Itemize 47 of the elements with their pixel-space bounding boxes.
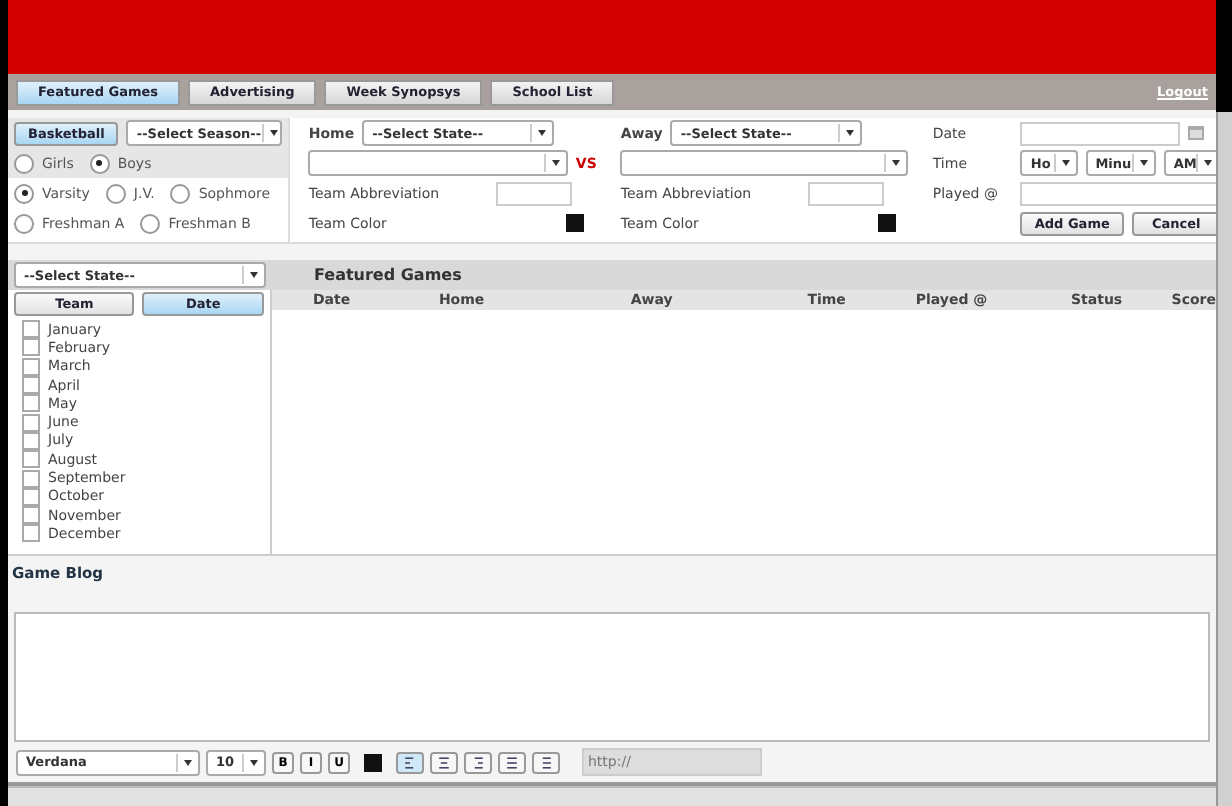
- scrollbar[interactable]: [1216, 112, 1232, 806]
- section-title: Featured Games: [314, 266, 462, 284]
- caret-icon: [176, 753, 198, 771]
- checkbox[interactable]: [22, 320, 40, 339]
- checkbox[interactable]: [22, 376, 40, 395]
- caret-icon: [543, 154, 566, 172]
- radio-button[interactable]: [170, 183, 191, 203]
- checkbox[interactable]: [22, 394, 40, 413]
- list-icon: [538, 755, 554, 769]
- align-button[interactable]: [498, 751, 526, 773]
- checkbox[interactable]: [22, 338, 40, 357]
- radio-button[interactable]: [105, 183, 126, 203]
- align-button[interactable]: [396, 751, 424, 773]
- color-swatch[interactable]: [878, 214, 897, 232]
- align-button[interactable]: [430, 751, 458, 773]
- blog-editor[interactable]: [14, 612, 1210, 742]
- caret-icon: [1053, 154, 1076, 172]
- team-select[interactable]: [620, 150, 909, 176]
- radio-button[interactable]: [14, 213, 34, 233]
- checkbox[interactable]: [22, 469, 40, 488]
- checkbox[interactable]: [22, 413, 40, 432]
- caret-icon: [261, 124, 284, 142]
- abbreviation-field[interactable]: [496, 181, 573, 205]
- checkbox[interactable]: [22, 357, 40, 376]
- caret-icon: [242, 753, 264, 771]
- team-select[interactable]: [308, 150, 568, 176]
- align-icon: [402, 755, 418, 769]
- checkbox[interactable]: [22, 524, 40, 543]
- radio-button[interactable]: [89, 153, 110, 173]
- date-field[interactable]: [1020, 121, 1181, 145]
- caret-icon: [1131, 154, 1154, 172]
- align-button[interactable]: [464, 751, 492, 773]
- abbreviation-field[interactable]: [808, 181, 885, 205]
- align-icon: [436, 755, 452, 769]
- align-icon: [470, 755, 486, 769]
- radio-button[interactable]: [14, 183, 34, 203]
- checkbox[interactable]: [22, 506, 40, 525]
- align-icon: [504, 755, 520, 769]
- list-button[interactable]: [532, 751, 560, 773]
- checkbox[interactable]: [22, 450, 40, 469]
- radio-button[interactable]: [140, 213, 161, 233]
- color-swatch[interactable]: [364, 753, 382, 771]
- color-swatch[interactable]: [566, 214, 585, 232]
- caret-icon: [242, 266, 264, 284]
- calendar-icon[interactable]: [1188, 126, 1205, 140]
- played-field[interactable]: [1020, 181, 1216, 205]
- radio-button[interactable]: [14, 153, 34, 173]
